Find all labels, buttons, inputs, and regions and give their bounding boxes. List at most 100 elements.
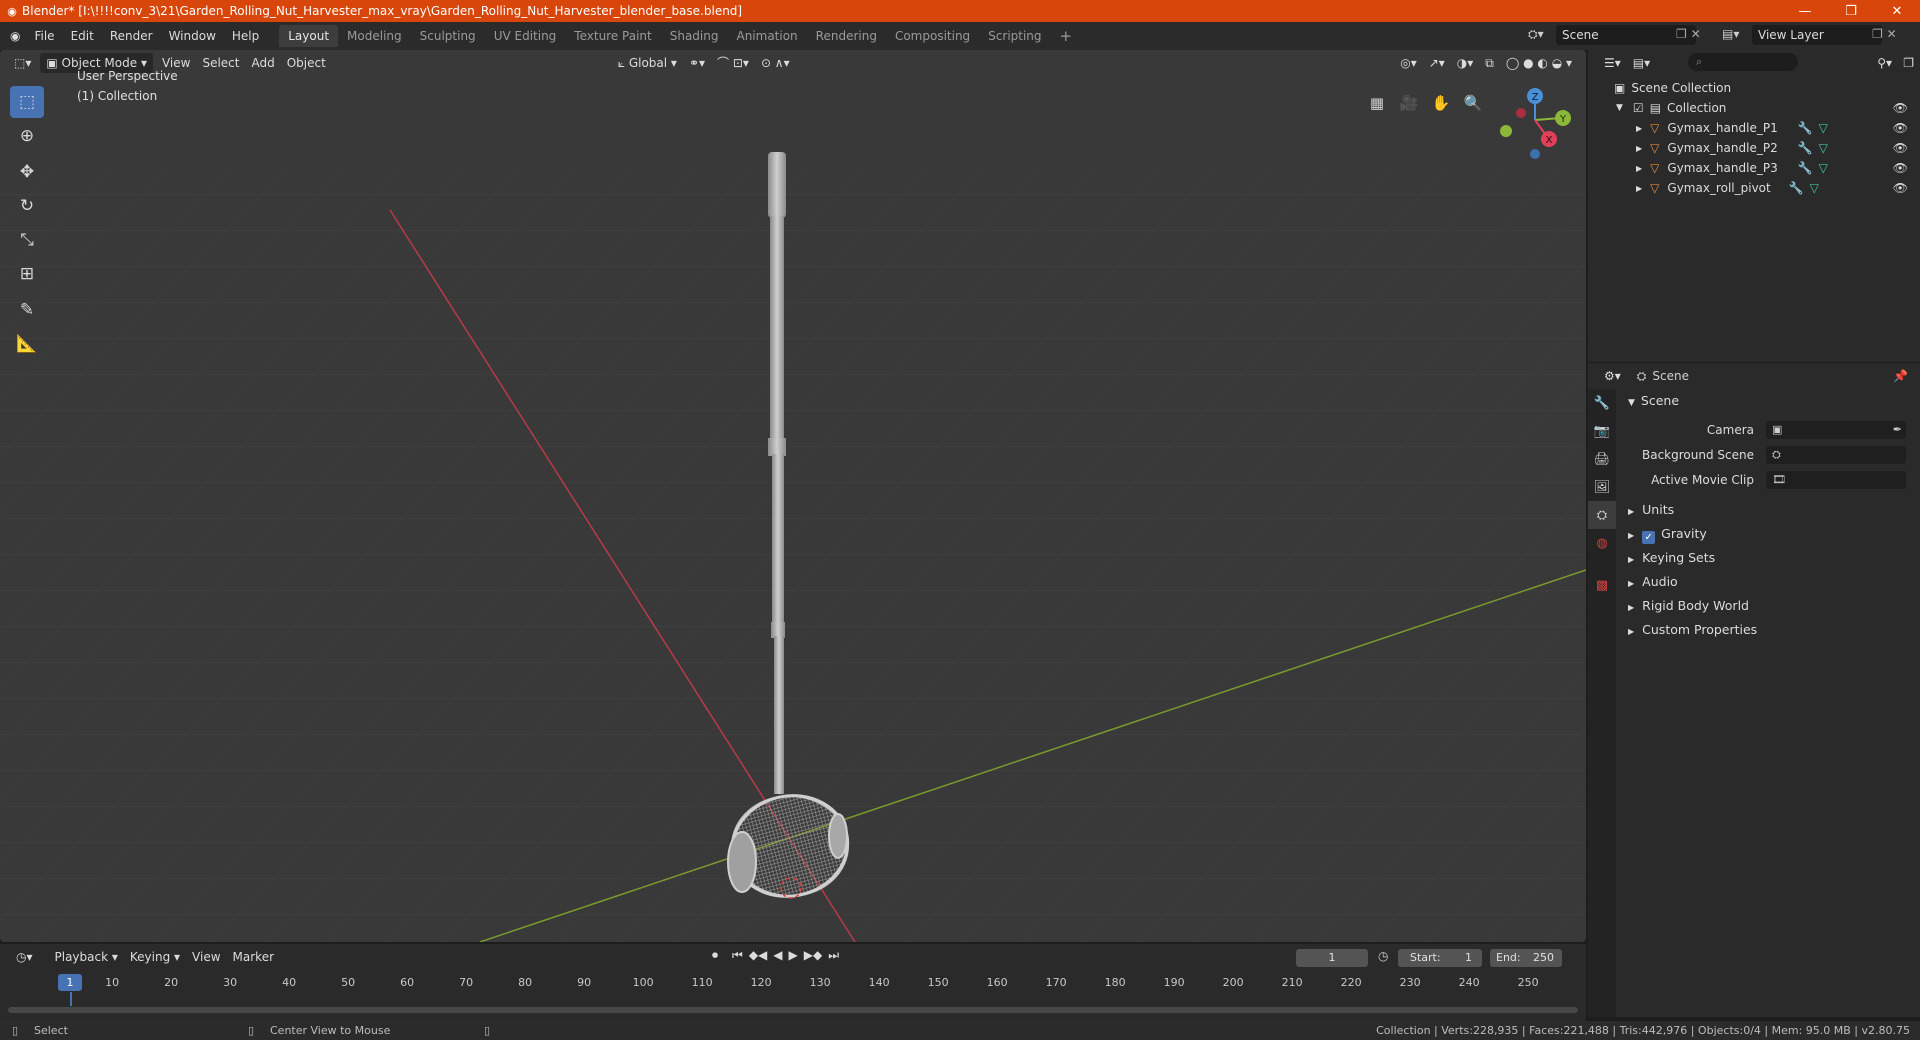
current-frame-indicator[interactable]: 1 bbox=[58, 974, 82, 991]
rotate-tool[interactable]: ↻ bbox=[10, 190, 44, 222]
properties-editor-type-icon[interactable]: ⚙▾ bbox=[1598, 366, 1627, 386]
visibility-eye-icon[interactable]: 👁 bbox=[1893, 121, 1908, 135]
modifier-wrench-icon[interactable]: 🔧 bbox=[1798, 141, 1813, 155]
gravity-checkbox[interactable]: ✓ bbox=[1642, 531, 1656, 544]
proportional-editing-icon[interactable]: ⊙ ∧▾ bbox=[755, 53, 796, 73]
rigid-body-world-panel-header[interactable]: ▶ Rigid Body World bbox=[1618, 594, 1920, 618]
maximize-button[interactable]: ❐ bbox=[1828, 0, 1874, 22]
transform-tool[interactable]: ⊞ bbox=[10, 258, 44, 290]
start-frame-field[interactable]: Start: 1 bbox=[1398, 949, 1482, 967]
menu-render[interactable]: Render bbox=[102, 25, 161, 47]
jump-end-icon[interactable]: ⏭ bbox=[828, 948, 839, 963]
end-frame-field[interactable]: End: 250 bbox=[1490, 949, 1562, 967]
menu-timeline-view[interactable]: View bbox=[186, 947, 226, 967]
modifier-wrench-icon[interactable]: 🔧 bbox=[1798, 161, 1813, 175]
scene-tab-icon[interactable]: ⛭ bbox=[1588, 501, 1616, 529]
gizmo-neg-x-icon[interactable] bbox=[1516, 108, 1526, 118]
gizmo-neg-z-icon[interactable] bbox=[1530, 149, 1540, 159]
scene-name-field[interactable]: Scene bbox=[1556, 25, 1696, 45]
menu-edit[interactable]: Edit bbox=[63, 25, 102, 47]
world-tab-icon[interactable]: ◍ bbox=[1588, 529, 1616, 557]
visibility-eye-icon[interactable]: 👁 bbox=[1893, 161, 1908, 175]
expand-arrow-icon[interactable]: ▼ bbox=[1616, 103, 1623, 113]
mesh-data-icon[interactable]: ▽ bbox=[1819, 161, 1828, 175]
3d-viewport[interactable]: Z Y X ⬚▾ ▣ Object Mode ▾ View Select Add… bbox=[0, 50, 1586, 942]
tab-uv-editing[interactable]: UV Editing bbox=[485, 25, 566, 47]
tab-modeling[interactable]: Modeling bbox=[338, 25, 411, 47]
snap-icon[interactable]: ⌒ ⊡▾ bbox=[711, 53, 755, 73]
record-icon[interactable]: ⏺ bbox=[712, 948, 718, 963]
mesh-data-icon[interactable]: ▽ bbox=[1819, 141, 1828, 155]
add-workspace-button[interactable]: + bbox=[1051, 25, 1082, 47]
output-tab-icon[interactable]: 🖨 bbox=[1588, 445, 1616, 473]
display-mode-icon[interactable]: ▤▾ bbox=[1627, 53, 1656, 73]
outliner-editor-type-icon[interactable]: ☰▾ bbox=[1598, 53, 1627, 73]
expand-arrow-icon[interactable]: ▶ bbox=[1636, 144, 1642, 153]
tab-rendering[interactable]: Rendering bbox=[807, 25, 886, 47]
mesh-data-icon[interactable]: ▽ bbox=[1810, 181, 1819, 195]
prev-keyframe-icon[interactable]: ◆◀ bbox=[749, 948, 767, 963]
modifier-wrench-icon[interactable]: 🔧 bbox=[1789, 181, 1804, 195]
scene-selector-icon[interactable]: ⛭▾ bbox=[1528, 27, 1544, 42]
timeline-editor-type-icon[interactable]: ◷▾ bbox=[10, 947, 39, 967]
camera-view-icon[interactable]: 🎥 bbox=[1394, 88, 1424, 118]
outliner-object-row[interactable]: ▶ ▽ Gymax_roll_pivot 🔧 ▽ 👁 bbox=[1588, 178, 1920, 198]
jump-start-icon[interactable]: ⏮ bbox=[732, 948, 743, 963]
outliner-object-row[interactable]: ▶ ▽ Gymax_handle_P1 🔧 ▽ 👁 bbox=[1588, 118, 1920, 138]
new-collection-icon[interactable]: ❐ bbox=[1897, 53, 1920, 73]
background-scene-field[interactable]: ⛭ bbox=[1766, 445, 1906, 464]
visibility-icon[interactable]: ◎▾ bbox=[1394, 53, 1423, 73]
visibility-eye-icon[interactable]: 👁 bbox=[1893, 141, 1908, 155]
gizmo-neg-y-icon[interactable] bbox=[1500, 125, 1512, 137]
tab-compositing[interactable]: Compositing bbox=[886, 25, 979, 47]
audio-panel-header[interactable]: ▶ Audio bbox=[1618, 570, 1920, 594]
outliner-object-row[interactable]: ▶ ▽ Gymax_handle_P2 🔧 ▽ 👁 bbox=[1588, 138, 1920, 158]
custom-properties-panel-header[interactable]: ▶ Custom Properties bbox=[1618, 618, 1920, 642]
render-tab-icon[interactable]: 📷 bbox=[1588, 417, 1616, 445]
outliner-collection[interactable]: ▼ ☑ ▤ Collection 👁 bbox=[1588, 98, 1920, 118]
outliner-search-input[interactable]: ⌕ bbox=[1688, 53, 1798, 71]
menu-object[interactable]: Object bbox=[281, 53, 332, 73]
menu-add[interactable]: Add bbox=[245, 53, 280, 73]
units-panel-header[interactable]: ▶ Units bbox=[1618, 498, 1920, 522]
active-movie-clip-field[interactable]: 🎞 bbox=[1766, 470, 1906, 489]
minimize-button[interactable]: — bbox=[1782, 0, 1828, 22]
tab-sculpting[interactable]: Sculpting bbox=[411, 25, 485, 47]
gravity-panel-header[interactable]: ▶ ✓ Gravity bbox=[1618, 522, 1920, 546]
visibility-eye-icon[interactable]: 👁 bbox=[1893, 181, 1908, 195]
menu-file[interactable]: File bbox=[26, 25, 62, 47]
gizmo-toggle-icon[interactable]: ↗▾ bbox=[1423, 53, 1451, 73]
xray-toggle-icon[interactable]: ⧉ bbox=[1479, 53, 1500, 73]
zoom-view-icon[interactable]: 🔍 bbox=[1458, 88, 1488, 118]
pin-icon[interactable]: 📌 bbox=[1893, 369, 1908, 383]
current-frame-field[interactable]: 1 bbox=[1296, 949, 1368, 967]
timeline-ruler[interactable]: 1 10 20 30 40 50 60 70 80 90 100 110 120 130 140 150 16… bbox=[8, 974, 1578, 994]
scene-new-icon[interactable]: ❐ ✕ bbox=[1676, 27, 1701, 41]
camera-field[interactable]: ▣ ✒ bbox=[1766, 420, 1906, 439]
pan-view-icon[interactable]: ✋ bbox=[1426, 88, 1456, 118]
visibility-eye-icon[interactable]: 👁 bbox=[1893, 101, 1908, 115]
scale-tool[interactable]: ⤡ bbox=[10, 224, 44, 256]
pivot-point-icon[interactable]: ⚭▾ bbox=[683, 53, 711, 73]
collection-checkbox[interactable]: ☑ bbox=[1633, 101, 1644, 115]
shading-mode-icons[interactable]: ◯ ● ◐ ◒ ▾ bbox=[1500, 53, 1578, 73]
measure-tool[interactable]: 📐 bbox=[10, 328, 44, 360]
close-button[interactable]: ✕ bbox=[1874, 0, 1920, 22]
navigation-gizmo[interactable]: Z Y X bbox=[1500, 88, 1571, 159]
tab-texture-paint[interactable]: Texture Paint bbox=[565, 25, 660, 47]
view-layer-tab-icon[interactable]: 🖼 bbox=[1588, 473, 1616, 501]
next-keyframe-icon[interactable]: ▶◆ bbox=[804, 948, 822, 963]
expand-arrow-icon[interactable]: ▶ bbox=[1636, 184, 1642, 193]
view-layer-field[interactable]: View Layer bbox=[1752, 25, 1882, 45]
outliner-scene-collection[interactable]: ▣ Scene Collection bbox=[1588, 78, 1920, 98]
play-icon[interactable]: ▶ bbox=[789, 948, 798, 963]
orientation-dropdown[interactable]: ⟀ Global ▾ bbox=[612, 53, 683, 73]
mesh-data-icon[interactable]: ▽ bbox=[1819, 121, 1828, 135]
tool-tab-icon[interactable]: 🔧 bbox=[1588, 389, 1616, 417]
overlay-toggle-icon[interactable]: ◑▾ bbox=[1451, 53, 1480, 73]
perspective-toggle-icon[interactable]: ▦ bbox=[1362, 88, 1392, 118]
menu-select[interactable]: Select bbox=[196, 53, 245, 73]
modifier-wrench-icon[interactable]: 🔧 bbox=[1798, 121, 1813, 135]
menu-marker[interactable]: Marker bbox=[227, 947, 280, 967]
expand-arrow-icon[interactable]: ▶ bbox=[1636, 164, 1642, 173]
